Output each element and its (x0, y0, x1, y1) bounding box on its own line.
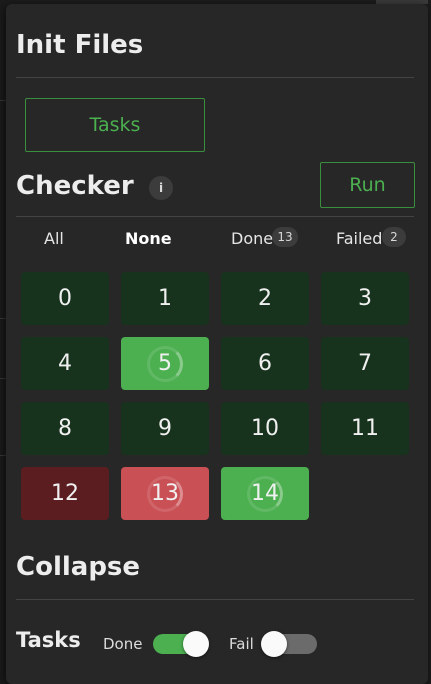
checker-cell[interactable]: 5 (121, 337, 209, 390)
filter-tab-done[interactable]: Done (231, 229, 273, 248)
checker-cell-label: 3 (358, 286, 372, 311)
checker-cell-label: 10 (251, 416, 279, 441)
info-icon[interactable]: i (149, 176, 173, 200)
checker-cell-label: 11 (351, 416, 379, 441)
checker-cell-label: 6 (258, 351, 272, 376)
tasks-button[interactable]: Tasks (25, 98, 205, 152)
checker-cell-label: 14 (251, 481, 279, 506)
checker-cell-label: 2 (258, 286, 272, 311)
checker-cell[interactable]: 13 (121, 467, 209, 520)
fail-toggle-label: Fail (229, 635, 254, 653)
filter-tab-none[interactable]: None (125, 229, 172, 248)
checker-cell-label: 7 (358, 351, 372, 376)
checker-cell-label: 8 (58, 416, 72, 441)
done-toggle[interactable] (153, 631, 209, 657)
filter-tab-failed[interactable]: Failed (336, 229, 382, 248)
init-files-title: Init Files (16, 30, 144, 60)
checker-cell-label: 12 (51, 481, 79, 506)
checker-cell-label: 4 (58, 351, 72, 376)
checker-grid: 0 1 2 3 4 5 6 7 8 9 10 11 12 13 14 (21, 272, 411, 520)
checker-cell-label: 1 (158, 286, 172, 311)
checker-cell[interactable]: 6 (221, 337, 309, 390)
checker-cell[interactable]: 11 (321, 402, 409, 455)
checker-cell[interactable]: 2 (221, 272, 309, 325)
run-button[interactable]: Run (320, 162, 415, 208)
checker-cell-label: 13 (151, 481, 179, 506)
checker-cell[interactable]: 10 (221, 402, 309, 455)
done-toggle-label: Done (103, 635, 143, 653)
checker-cell-label: 0 (58, 286, 72, 311)
checker-cell-label: 9 (158, 416, 172, 441)
checker-cell[interactable]: 3 (321, 272, 409, 325)
collapse-tasks-label: Tasks (16, 628, 81, 652)
checker-cell-label: 5 (158, 351, 172, 376)
fail-toggle[interactable] (261, 631, 317, 657)
checker-cell[interactable]: 8 (21, 402, 109, 455)
toggle-knob (261, 631, 287, 657)
section-divider (16, 216, 414, 217)
checker-cell[interactable]: 0 (21, 272, 109, 325)
section-divider (16, 77, 414, 78)
checker-cell[interactable]: 14 (221, 467, 309, 520)
checker-cell[interactable]: 1 (121, 272, 209, 325)
checker-cell[interactable]: 9 (121, 402, 209, 455)
filter-tab-all[interactable]: All (44, 229, 64, 248)
checker-cell[interactable]: 4 (21, 337, 109, 390)
checker-cell[interactable]: 7 (321, 337, 409, 390)
checker-cell[interactable]: 12 (21, 467, 109, 520)
done-count-badge: 13 (272, 227, 298, 247)
failed-count-badge: 2 (382, 227, 406, 247)
section-divider (16, 599, 414, 600)
checker-title: Checker (16, 171, 134, 201)
toggle-knob (183, 631, 209, 657)
collapse-title: Collapse (16, 552, 141, 582)
